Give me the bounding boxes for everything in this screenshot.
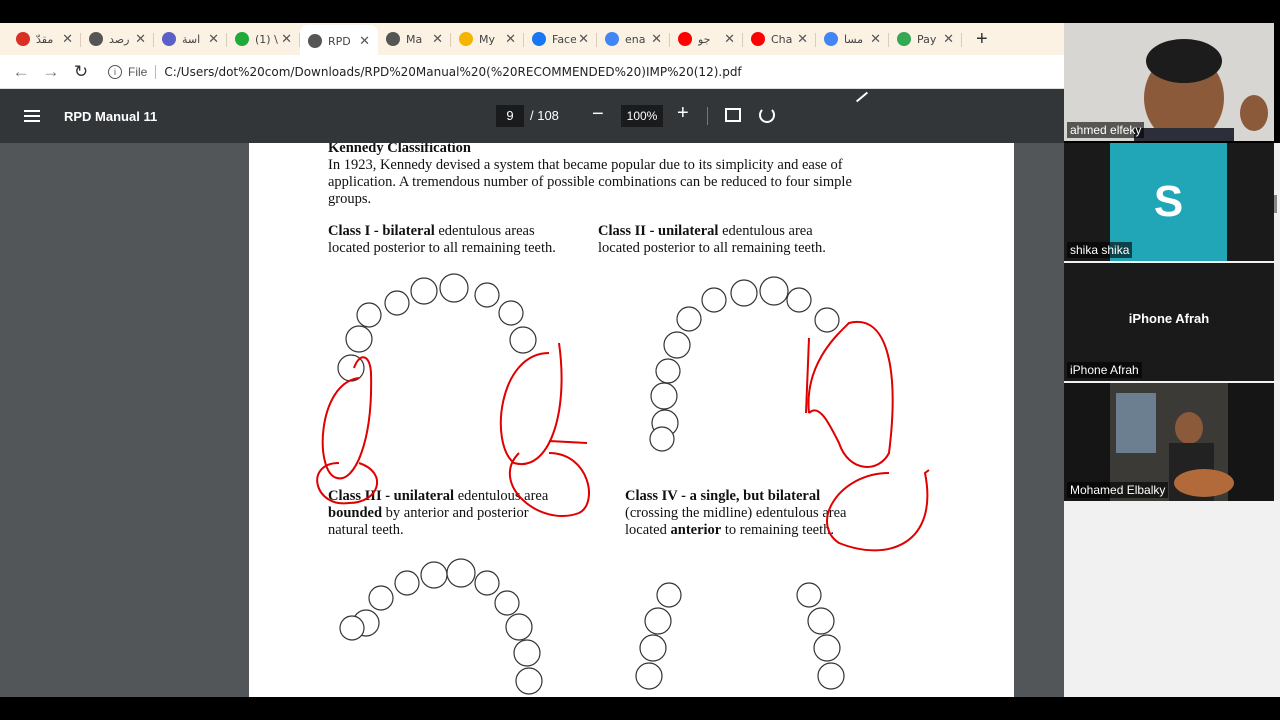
tab-strip: مقدّ ✕ رصد ✕ اسة ✕ (1) \ ✕ RPD ✕ Ma ✕ My ✕ Face ✕ ena ✕ جو… [0,23,1064,57]
close-icon[interactable]: ✕ [359,33,370,49]
toolbar-divider [707,107,708,125]
youtube-icon [751,32,765,46]
google-pay-icon [897,32,911,46]
participant-center-name: iPhone Afrah [1128,311,1210,326]
close-icon[interactable]: ✕ [797,31,808,47]
drive-icon [459,32,473,46]
browser-tab[interactable]: رصد ✕ [81,25,154,53]
browser-tab[interactable]: اسة ✕ [154,25,227,53]
browser-tab[interactable]: ena ✕ [597,25,670,53]
browser-tab[interactable]: جو ✕ [670,25,743,53]
participant-tile[interactable]: iPhone Afrah iPhone Afrah [1064,263,1274,381]
back-icon[interactable]: ← [6,62,36,82]
participant-tile[interactable]: Mohamed Elbalky [1064,383,1274,501]
class-1-arch [337,273,537,382]
menu-icon[interactable] [24,110,40,122]
globe-icon [308,34,322,48]
browser-toolbar: ← → ↻ i File C:/Users/dot%20com/Download… [0,55,1064,89]
class-3-arch [339,558,543,695]
screen: مقدّ ✕ رصد ✕ اسة ✕ (1) \ ✕ RPD ✕ Ma ✕ My ✕ Face ✕ ena ✕ جو… [0,0,1280,720]
tab-label: Face [552,32,577,46]
url-text[interactable]: C:/Users/dot%20com/Downloads/RPD%20Manua… [164,65,741,79]
arch-illustrations [316,273,930,695]
pdf-toolbar: RPD Manual 11 9 / 108 − 100% + [0,89,1064,143]
browser-tab[interactable]: My ✕ [451,25,524,53]
address-bar[interactable]: i File C:/Users/dot%20com/Downloads/RPD%… [108,59,1064,85]
close-icon[interactable]: ✕ [281,31,292,47]
youtube-icon [678,32,692,46]
google-icon [824,32,838,46]
tab-label: جو [698,32,711,46]
close-icon[interactable]: ✕ [505,31,516,47]
red-annotations [316,320,930,552]
globe-icon [386,32,400,46]
close-icon[interactable]: ✕ [578,31,589,47]
facebook-icon [532,32,546,46]
close-icon[interactable]: ✕ [432,31,443,47]
tab-label: اسة [182,32,201,46]
teams-icon [162,32,176,46]
tab-label: ena [625,32,646,46]
browser-tab[interactable]: Ma ✕ [378,25,451,53]
close-icon[interactable]: ✕ [870,31,881,47]
rotate-icon[interactable] [759,107,775,123]
tab-label: Ma [406,32,423,46]
close-icon[interactable]: ✕ [943,31,954,47]
tab-label: مقدّ [36,32,54,46]
page-total: / 108 [530,108,559,123]
url-scheme: File [128,64,157,79]
class-4-arch [635,582,845,690]
tab-label: رصد [109,32,130,46]
pdf-page: Kennedy Classification In 1923, Kennedy … [249,143,1014,697]
participant-name: iPhone Afrah [1067,362,1142,378]
page-number-input[interactable]: 9 [496,105,524,127]
tab-label: My [479,32,496,46]
tab-label: مسا [844,32,864,46]
participant-name: Mohamed Elbalky [1067,482,1169,498]
bottom-bar [0,697,1280,720]
close-icon[interactable]: ✕ [62,31,73,47]
zoom-input[interactable]: 100% [621,105,663,127]
close-icon[interactable]: ✕ [135,31,146,47]
browser-tab[interactable]: (1) \ ✕ [227,25,300,53]
reload-icon[interactable]: ↻ [66,62,96,82]
tab-label: RPD [328,34,351,48]
google-icon [605,32,619,46]
pdf-viewer: Kennedy Classification In 1923, Kennedy … [0,143,1064,697]
info-icon[interactable]: i [108,64,122,79]
globe-icon [89,32,103,46]
participant-tile[interactable]: ahmed elfeky [1064,23,1274,141]
tab-label: Pay [917,32,937,46]
gmail-icon [16,32,30,46]
tab-label: Cha [771,32,793,46]
close-icon[interactable]: ✕ [651,31,662,47]
browser-tab[interactable]: مسا ✕ [816,25,889,53]
close-icon[interactable]: ✕ [208,31,219,47]
class-2-arch [649,276,840,452]
forward-icon[interactable]: → [36,62,66,82]
fit-page-icon[interactable] [725,108,741,122]
browser-tab[interactable]: مقدّ ✕ [8,25,81,53]
whatsapp-icon [235,32,249,46]
participant-name: ahmed elfeky [1067,122,1145,138]
close-icon[interactable]: ✕ [724,31,735,47]
tab-label: (1) \ [255,32,278,46]
browser-tab[interactable]: RPD ✕ [300,25,378,57]
browser-tab[interactable]: Cha ✕ [743,25,816,53]
document-title: RPD Manual 11 [64,108,158,124]
participants-panel: ahmed elfeky S shika shika iPhone Afrah … [1064,23,1280,503]
browser-tab[interactable]: Face ✕ [524,25,597,53]
browser-tab[interactable]: Pay ✕ [889,25,962,53]
zoom-out-icon[interactable]: − [592,103,604,126]
new-tab-icon[interactable]: + [976,28,988,51]
participant-tile[interactable]: S shika shika [1064,143,1274,261]
participant-name: shika shika [1067,242,1133,258]
zoom-in-icon[interactable]: + [677,102,689,125]
